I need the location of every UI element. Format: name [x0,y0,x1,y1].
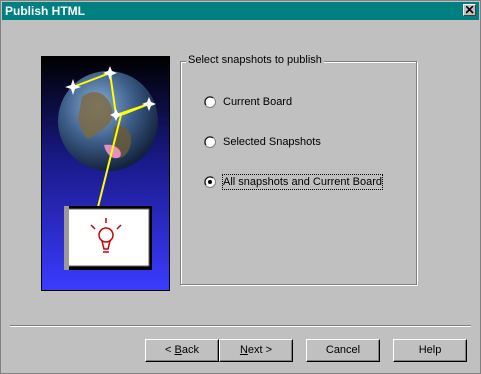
button-separator [10,325,471,327]
radio-unchecked-icon [204,96,216,108]
radio-label: Current Board [223,96,293,108]
radio-label: Selected Snapshots [223,136,321,148]
snapshot-options-group [180,61,417,285]
group-legend: Select snapshots to publish [186,54,324,66]
radio-checked-icon [204,176,216,188]
close-button[interactable] [463,4,476,16]
help-button[interactable]: Help [393,339,467,362]
back-button[interactable]: < Back [145,339,219,362]
close-icon [466,6,474,14]
next-rest: ext > [247,344,273,356]
back-rest: ack [181,344,199,356]
next-button[interactable]: Next > [219,339,293,362]
back-accel: B [174,344,182,356]
radio-unchecked-icon [204,136,216,148]
title-bar: Publish HTML [2,2,479,20]
window-title: Publish HTML [5,4,85,18]
globe-lightbulb-illustration [42,57,169,290]
back-prefix: < [165,344,175,356]
cancel-button[interactable]: Cancel [306,339,380,362]
next-accel: N [239,344,248,356]
wizard-illustration [41,56,170,291]
radio-label: All snapshots and Current Board [222,174,383,190]
